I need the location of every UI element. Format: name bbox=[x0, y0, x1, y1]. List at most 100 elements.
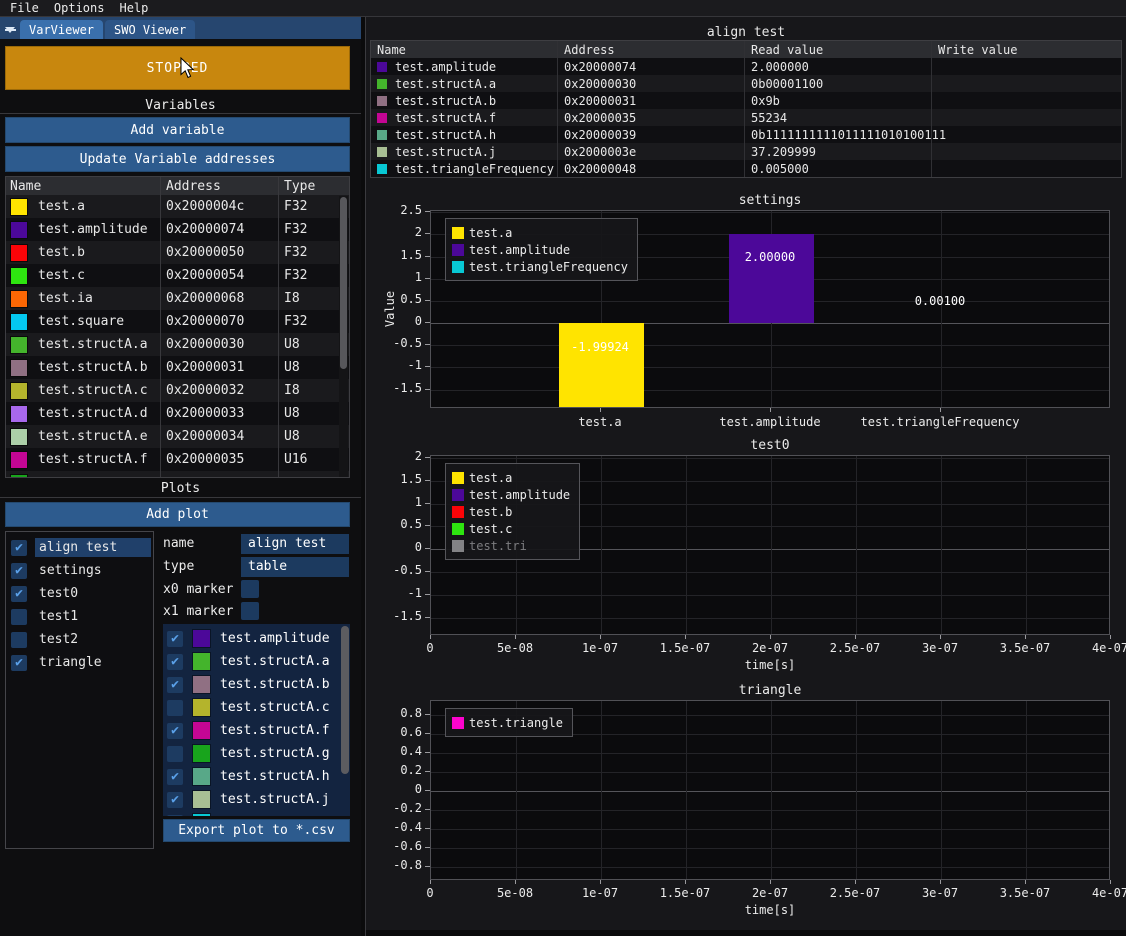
x-tick-mark bbox=[515, 635, 516, 639]
export-csv-button[interactable]: Export plot to *.csv bbox=[163, 819, 350, 842]
x-tick-mark bbox=[770, 635, 771, 639]
variable-address: 0x20000031 bbox=[161, 356, 279, 379]
series-color-swatch bbox=[192, 629, 211, 648]
plot-list: ✔ align test ✔ settings ✔ test0 test1 test2 ✔ tri… bbox=[5, 531, 154, 849]
target-state-button[interactable]: STOPPED bbox=[5, 46, 350, 90]
gridline bbox=[601, 456, 602, 634]
y-tick-label: -1.5 bbox=[368, 381, 422, 395]
plot-type-select[interactable]: table bbox=[241, 557, 349, 577]
variable-row-test-structa-e[interactable]: test.structA.e0x20000034U8 bbox=[6, 425, 349, 448]
y-tick-mark bbox=[425, 866, 430, 867]
gridline bbox=[431, 772, 1109, 773]
variable-row-test-structa-c[interactable]: test.structA.c0x20000032I8 bbox=[6, 379, 349, 402]
plot-label-test0[interactable]: test0 bbox=[35, 584, 151, 603]
variable-name-cell: test.structA.c bbox=[6, 379, 161, 402]
x-tick-label: 1e-07 bbox=[555, 886, 645, 900]
x-tick-mark bbox=[685, 880, 686, 884]
legend-item-test-b: test.b bbox=[452, 503, 570, 520]
plot-checkbox-test2[interactable] bbox=[11, 632, 27, 648]
y-tick-mark bbox=[425, 366, 430, 367]
variable-row-test-c[interactable]: test.c0x20000054F32 bbox=[6, 264, 349, 287]
series-label[interactable]: test.structA.b bbox=[220, 677, 330, 692]
add-plot-button[interactable]: Add plot bbox=[5, 502, 350, 527]
series-checkbox[interactable]: ✔ bbox=[167, 792, 183, 808]
legend-item-test-amplitude: test.amplitude bbox=[452, 241, 628, 258]
series-label[interactable]: test.structA.g bbox=[220, 746, 330, 761]
series-item-test-structa-b: ✔ test.structA.b bbox=[163, 673, 350, 696]
scrollbar-thumb[interactable] bbox=[341, 626, 349, 774]
y-tick-mark bbox=[425, 503, 430, 504]
plot-label-test1[interactable]: test1 bbox=[35, 607, 151, 626]
series-label[interactable]: test.structA.f bbox=[220, 723, 330, 738]
y-tick-mark bbox=[425, 211, 430, 212]
y-tick-mark bbox=[425, 256, 430, 257]
tab-swo-viewer[interactable]: SWO Viewer bbox=[105, 20, 195, 39]
x1-marker-checkbox[interactable] bbox=[241, 602, 259, 620]
tab-varviewer[interactable]: VarViewer bbox=[20, 20, 103, 39]
variable-row-test-amplitude[interactable]: test.amplitude0x20000074F32 bbox=[6, 218, 349, 241]
gridline bbox=[771, 701, 772, 879]
series-checkbox[interactable]: ✔ bbox=[167, 769, 183, 785]
variable-color-swatch bbox=[10, 221, 28, 239]
x0-marker-checkbox[interactable] bbox=[241, 580, 259, 598]
series-checkbox[interactable]: ✔ bbox=[167, 654, 183, 670]
x-tick-mark bbox=[600, 635, 601, 639]
series-checkbox[interactable] bbox=[167, 700, 183, 716]
variable-address: 0x20000033 bbox=[161, 402, 279, 425]
variable-name-cell: test.ia bbox=[6, 287, 161, 310]
series-color-swatch bbox=[192, 652, 211, 671]
collapse-icon[interactable] bbox=[0, 20, 20, 39]
update-addresses-button[interactable]: Update Variable addresses bbox=[5, 146, 350, 172]
plot-list-item-settings: ✔ settings bbox=[6, 559, 153, 582]
variable-address: 0x20000074 bbox=[161, 218, 279, 241]
column-header-name: Name bbox=[6, 177, 161, 195]
variable-row-test-structa-f[interactable]: test.structA.f0x20000035U16 bbox=[6, 448, 349, 471]
variable-color-swatch bbox=[10, 405, 28, 423]
series-checkbox[interactable]: ✔ bbox=[167, 677, 183, 693]
plot-label-align-test[interactable]: align test bbox=[35, 538, 151, 557]
plot-name-input[interactable]: align test bbox=[241, 534, 349, 554]
variable-row-test-a[interactable]: test.a0x2000004cF32 bbox=[6, 195, 349, 218]
series-label[interactable]: test.structA.a bbox=[220, 654, 330, 669]
x-tick-label: 3e-07 bbox=[895, 641, 985, 655]
series-checkbox[interactable]: ✔ bbox=[167, 631, 183, 647]
series-label[interactable]: test.amplitude bbox=[220, 631, 330, 646]
y-tick-label: 0.4 bbox=[368, 744, 422, 758]
menu-help[interactable]: Help bbox=[119, 1, 148, 15]
plot-editor: name align test type table x0 marker x1 … bbox=[160, 531, 350, 851]
variable-row-test-ia[interactable]: test.ia0x20000068I8 bbox=[6, 287, 349, 310]
gridline bbox=[1026, 456, 1027, 634]
variable-row-test-structa-b[interactable]: test.structA.b0x20000031U8 bbox=[6, 356, 349, 379]
plot-checkbox-triangle[interactable]: ✔ bbox=[11, 655, 27, 671]
series-checkbox[interactable]: ✔ bbox=[167, 723, 183, 739]
add-variable-button[interactable]: Add variable bbox=[5, 117, 350, 143]
menu-options[interactable]: Options bbox=[54, 1, 105, 15]
plot-checkbox-settings[interactable]: ✔ bbox=[11, 563, 27, 579]
series-scrollbar[interactable] bbox=[341, 626, 349, 814]
series-checkbox[interactable] bbox=[167, 746, 183, 762]
plot-label-test2[interactable]: test2 bbox=[35, 630, 151, 649]
x-tick-mark bbox=[1110, 880, 1111, 884]
variable-row-test-b[interactable]: test.b0x20000050F32 bbox=[6, 241, 349, 264]
x-category-label: test.triangleFrequency bbox=[850, 415, 1030, 429]
series-label[interactable]: test.structA.c bbox=[220, 700, 330, 715]
menu-file[interactable]: File bbox=[10, 1, 39, 15]
variable-row-test-structa-d[interactable]: test.structA.d0x20000033U8 bbox=[6, 402, 349, 425]
variable-name-cell: test.c bbox=[6, 264, 161, 287]
legend-swatch bbox=[452, 523, 464, 535]
series-label[interactable]: test.structA.j bbox=[220, 792, 330, 807]
y-tick-label: 0.2 bbox=[368, 763, 422, 777]
variable-row-test-square[interactable]: test.square0x20000070F32 bbox=[6, 310, 349, 333]
plot-label-settings[interactable]: settings bbox=[35, 561, 151, 580]
plot-checkbox-test0[interactable]: ✔ bbox=[11, 586, 27, 602]
scrollbar-thumb[interactable] bbox=[340, 197, 347, 369]
series-label[interactable]: test.structA.h bbox=[220, 769, 330, 784]
variables-scrollbar[interactable] bbox=[339, 196, 348, 478]
plot-checkbox-align-test[interactable]: ✔ bbox=[11, 540, 27, 556]
plot-label-triangle[interactable]: triangle bbox=[35, 653, 151, 672]
variable-row[interactable] bbox=[6, 471, 349, 478]
series-checkbox[interactable]: ✔ bbox=[167, 815, 183, 817]
variable-row-test-structa-a[interactable]: test.structA.a0x20000030U8 bbox=[6, 333, 349, 356]
variable-name: test.structA.e bbox=[38, 429, 148, 444]
plot-checkbox-test1[interactable] bbox=[11, 609, 27, 625]
